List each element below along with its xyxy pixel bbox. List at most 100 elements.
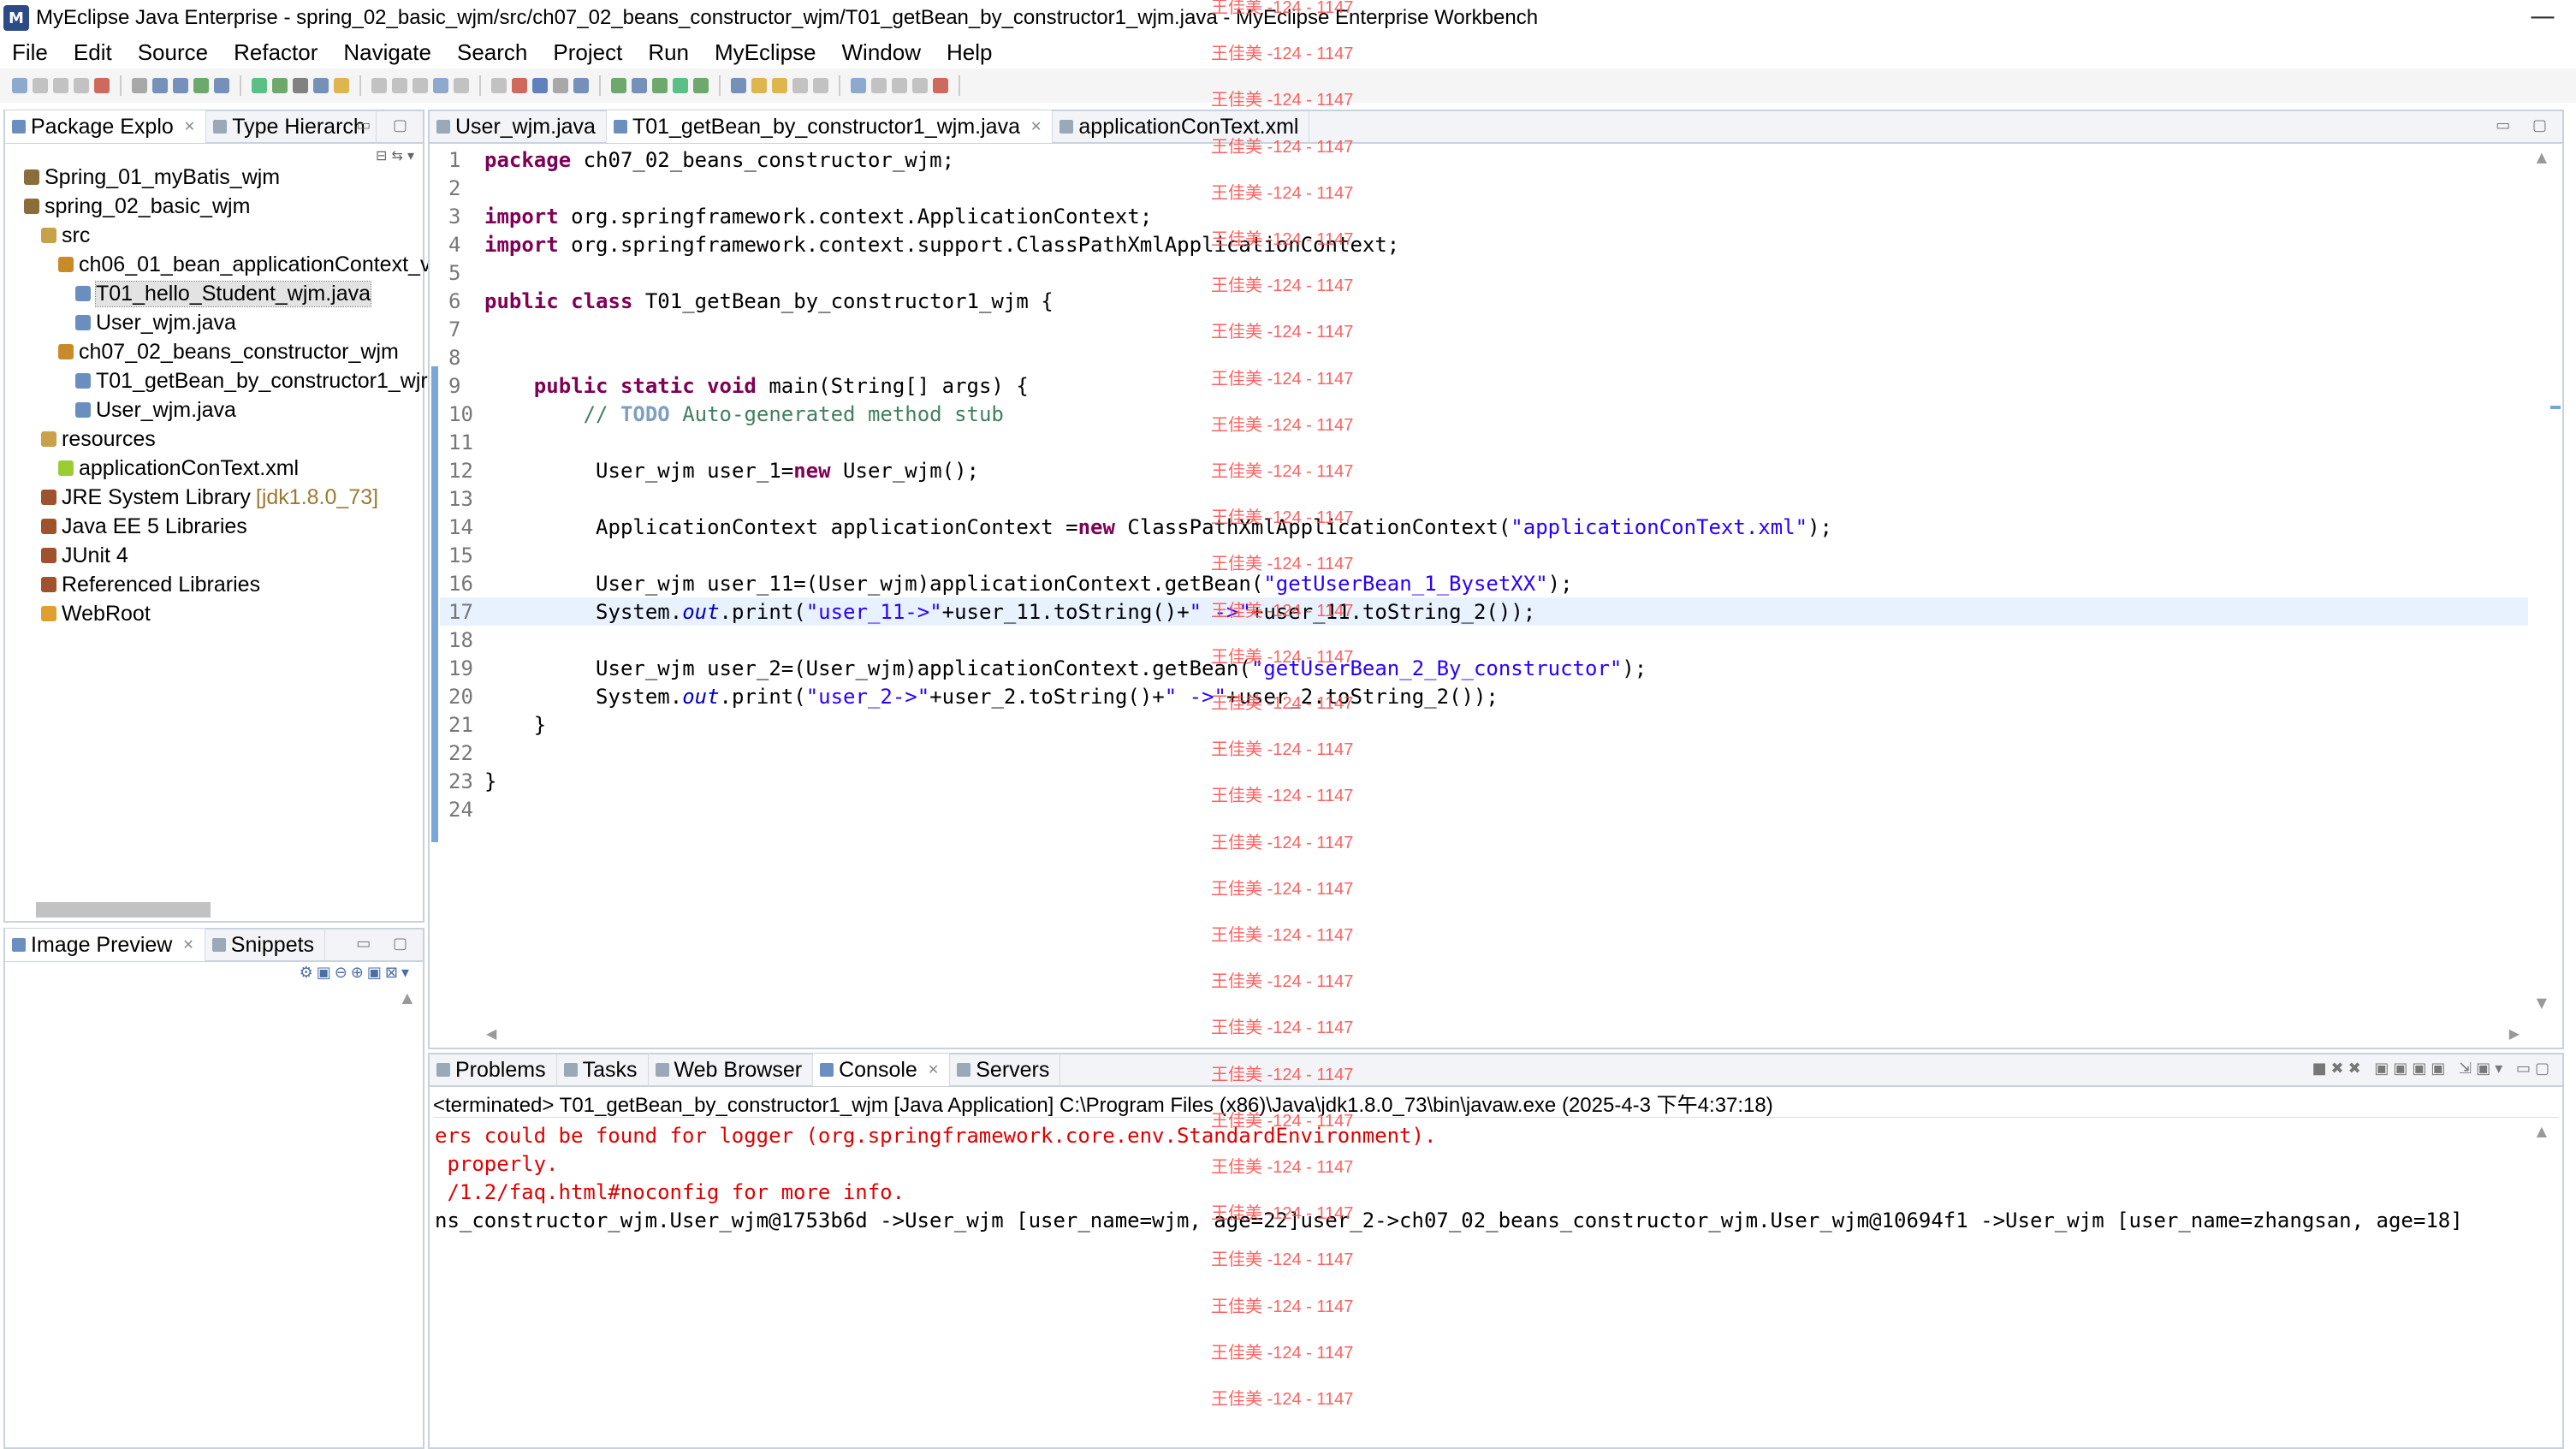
bottom-tab[interactable]: Tasks bbox=[557, 1054, 649, 1086]
toolbar-button-icon[interactable] bbox=[731, 78, 746, 93]
tree-item[interactable]: ch06_01_bean_applicationContext_v bbox=[58, 250, 430, 279]
toolbar-button-icon[interactable] bbox=[491, 78, 507, 93]
toolbar-button-icon[interactable] bbox=[53, 78, 68, 93]
toolbar-button-icon[interactable] bbox=[173, 78, 188, 93]
toolbar-button-icon[interactable] bbox=[74, 78, 89, 93]
code-line[interactable]: 17 System.out.print("user_11->"+user_11.… bbox=[440, 597, 2528, 626]
code-line[interactable]: 5 bbox=[440, 258, 2528, 287]
menu-source[interactable]: Source bbox=[126, 39, 222, 66]
overview-marker[interactable] bbox=[2550, 406, 2561, 409]
code-line[interactable]: 1 package ch07_02_beans_constructor_wjm; bbox=[440, 145, 2528, 174]
toolbar-button-icon[interactable] bbox=[652, 78, 668, 93]
panel-controls[interactable]: ▭ ▢ bbox=[2496, 116, 2555, 134]
close-icon[interactable]: ✕ bbox=[182, 936, 193, 953]
console-output[interactable]: ers could be found for logger (org.sprin… bbox=[430, 1119, 2528, 1447]
tree-item[interactable]: spring_02_basic_wjm bbox=[24, 192, 250, 221]
explorer-tab[interactable]: Package Explo ✕ bbox=[5, 110, 207, 143]
toolbar-button-icon[interactable] bbox=[532, 78, 548, 93]
toolbar-button-icon[interactable] bbox=[871, 78, 887, 93]
code-line[interactable]: 7 bbox=[440, 315, 2528, 343]
code-line[interactable]: 3 import org.springframework.context.Appl… bbox=[440, 202, 2528, 230]
minimize-button[interactable]: — bbox=[2530, 2, 2555, 32]
toolbar-button-icon[interactable] bbox=[892, 78, 907, 93]
tree-item[interactable]: User_wjm.java bbox=[75, 395, 236, 425]
code-line[interactable]: 21 } bbox=[440, 710, 2528, 739]
toolbar-button-icon[interactable] bbox=[512, 78, 527, 93]
editor-tab[interactable]: T01_getBean_by_constructor1_wjm.java ✕ bbox=[606, 110, 1054, 143]
tree-item[interactable]: Java EE 5 Libraries bbox=[41, 512, 247, 541]
tree-item[interactable]: Referenced Libraries bbox=[41, 570, 260, 599]
collapse-all-icon[interactable]: ⊟ ⇆ ▾ bbox=[376, 147, 414, 163]
toolbar-button-icon[interactable] bbox=[611, 78, 626, 93]
toolbar-button-icon[interactable] bbox=[132, 78, 147, 93]
toolbar-button-icon[interactable] bbox=[152, 78, 168, 93]
toolbar-button-icon[interactable] bbox=[193, 78, 209, 93]
tree-item[interactable]: T01_getBean_by_constructor1_wjr bbox=[75, 366, 428, 395]
panel-controls[interactable]: ▭ ▢ bbox=[356, 935, 416, 953]
toolbar-button-icon[interactable] bbox=[632, 78, 647, 93]
toolbar-button-icon[interactable] bbox=[573, 78, 589, 93]
toolbar-button-icon[interactable] bbox=[454, 78, 469, 93]
code-line[interactable]: 23} bbox=[440, 767, 2528, 795]
menu-search[interactable]: Search bbox=[445, 39, 541, 66]
editor-tab[interactable]: User_wjm.java bbox=[430, 110, 607, 143]
toolbar-button-icon[interactable] bbox=[334, 78, 349, 93]
toolbar-button-icon[interactable] bbox=[813, 78, 828, 93]
tree-item[interactable]: JUnit 4 bbox=[41, 541, 128, 570]
toolbar-button-icon[interactable] bbox=[33, 78, 48, 93]
tree-item[interactable]: JRE System Library [jdk1.8.0_73] bbox=[41, 483, 378, 512]
editor-scroll-left-icon[interactable]: ◀ bbox=[486, 1025, 496, 1042]
bottom-tab[interactable]: Console ✕ bbox=[813, 1054, 951, 1086]
menu-navigate[interactable]: Navigate bbox=[331, 39, 445, 66]
toolbar-button-icon[interactable] bbox=[272, 78, 288, 93]
toolbar-button-icon[interactable] bbox=[214, 78, 229, 93]
close-icon[interactable]: ✕ bbox=[184, 118, 195, 135]
menu-edit[interactable]: Edit bbox=[62, 39, 126, 66]
code-line[interactable]: 8 bbox=[440, 343, 2528, 371]
toolbar-button-icon[interactable] bbox=[772, 78, 787, 93]
preview-tab[interactable]: Snippets bbox=[205, 929, 326, 961]
code-line[interactable]: 22 bbox=[440, 739, 2528, 767]
preview-tab[interactable]: Image Preview ✕ bbox=[5, 929, 205, 961]
menu-window[interactable]: Window bbox=[830, 39, 935, 66]
menu-help[interactable]: Help bbox=[935, 39, 1006, 66]
code-line[interactable]: 16 User_wjm user_11=(User_wjm)applicatio… bbox=[440, 569, 2528, 597]
toolbar-button-icon[interactable] bbox=[433, 78, 448, 93]
editor-scroll-right-icon[interactable]: ▶ bbox=[2509, 1025, 2520, 1042]
code-line[interactable]: 24 bbox=[440, 795, 2528, 823]
toolbar-button-icon[interactable] bbox=[252, 78, 267, 93]
panel-controls[interactable]: ▭ ▢ bbox=[356, 116, 416, 134]
close-icon[interactable]: ✕ bbox=[928, 1061, 939, 1078]
tree-item[interactable]: Spring_01_myBatis_wjm bbox=[24, 163, 280, 192]
menu-file[interactable]: File bbox=[0, 39, 62, 66]
toolbar-button-icon[interactable] bbox=[12, 78, 27, 93]
code-line[interactable]: 20 System.out.print("user_2->"+user_2.to… bbox=[440, 682, 2528, 710]
bottom-tab[interactable]: Problems bbox=[430, 1054, 557, 1086]
console-toolbar-icons[interactable]: ■✖✖ ▣▣▣▣ ⇲▣▾ ▭▢ bbox=[2312, 1060, 2554, 1078]
code-area[interactable]: 1 package ch07_02_beans_constructor_wjm; 2… bbox=[440, 144, 2528, 1018]
code-line[interactable]: 6 public class T01_getBean_by_constructor… bbox=[440, 287, 2528, 315]
toolbar-button-icon[interactable] bbox=[371, 78, 387, 93]
code-line[interactable]: 11 bbox=[440, 428, 2528, 456]
code-line[interactable]: 15 bbox=[440, 541, 2528, 569]
toolbar-button-icon[interactable] bbox=[673, 78, 688, 93]
console-scroll-up-icon[interactable]: ▲ bbox=[2537, 1123, 2547, 1139]
toolbar-button-icon[interactable] bbox=[751, 78, 767, 93]
bottom-tab[interactable]: Web Browser bbox=[649, 1054, 814, 1086]
toolbar-button-icon[interactable] bbox=[293, 78, 308, 93]
code-line[interactable]: 4 import org.springframework.context.supp… bbox=[440, 230, 2528, 258]
toolbar-button-icon[interactable] bbox=[413, 78, 428, 93]
tree-item[interactable]: T01_hello_Student_wjm.java bbox=[75, 279, 372, 308]
bottom-tab[interactable]: Servers bbox=[950, 1054, 1061, 1086]
toolbar-button-icon[interactable] bbox=[553, 78, 568, 93]
toolbar-button-icon[interactable] bbox=[693, 78, 709, 93]
code-line[interactable]: 13 bbox=[440, 484, 2528, 513]
close-icon[interactable]: ✕ bbox=[1030, 118, 1042, 135]
explorer-tab[interactable]: Type Hierarch bbox=[206, 110, 377, 143]
tree-item[interactable]: applicationConText.xml bbox=[58, 454, 299, 483]
toolbar-button-icon[interactable] bbox=[94, 78, 110, 93]
menu-myeclipse[interactable]: MyEclipse bbox=[703, 39, 829, 66]
preview-toolbar-icons[interactable]: ⚙▣⊖⊕▣⊠▾ bbox=[300, 964, 413, 982]
editor-scroll-down-icon[interactable]: ▼ bbox=[2537, 995, 2547, 1011]
toolbar-button-icon[interactable] bbox=[933, 78, 948, 93]
